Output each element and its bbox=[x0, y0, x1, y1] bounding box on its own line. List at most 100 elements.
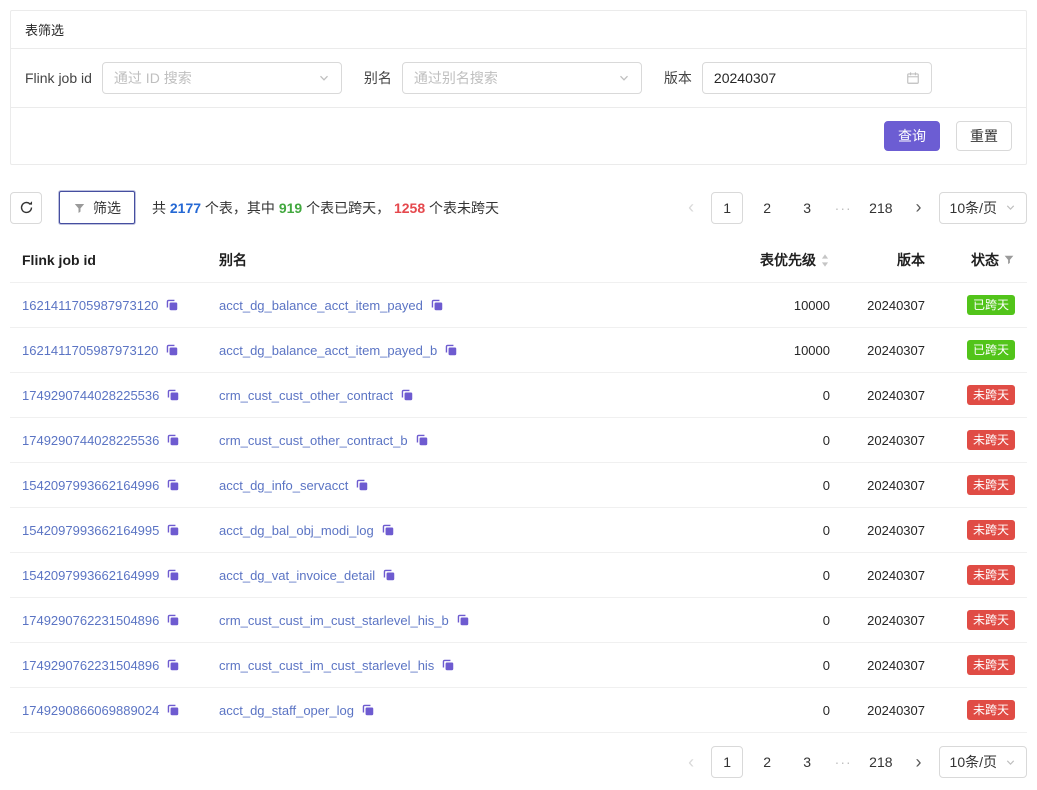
page-jump-ellipsis[interactable]: ··· bbox=[831, 200, 855, 216]
flink-job-id-link[interactable]: 1749290762231504896 bbox=[22, 658, 159, 673]
table-row: 1749290762231504896 crm_cust_cust_im_cus… bbox=[10, 598, 1027, 643]
query-button[interactable]: 查询 bbox=[884, 121, 940, 151]
refresh-icon bbox=[19, 200, 34, 215]
version-date-value: 20240307 bbox=[714, 70, 776, 86]
version-cell: 20240307 bbox=[830, 568, 925, 583]
filter-toggle-label: 筛选 bbox=[93, 198, 121, 218]
version-label: 版本 bbox=[664, 68, 692, 88]
page-button-3[interactable]: 3 bbox=[791, 192, 823, 224]
copy-icon[interactable] bbox=[441, 658, 455, 672]
alias-link[interactable]: crm_cust_cust_other_contract bbox=[219, 388, 393, 403]
table-row: 1542097993662164995 acct_dg_bal_obj_modi… bbox=[10, 508, 1027, 553]
copy-icon[interactable] bbox=[355, 478, 369, 492]
page-button-1[interactable]: 1 bbox=[711, 192, 743, 224]
page-button-1[interactable]: 1 bbox=[711, 746, 743, 778]
column-header-priority[interactable]: 表优先级 bbox=[680, 250, 830, 270]
status-badge: 未跨天 bbox=[967, 430, 1015, 450]
flink-job-id-select[interactable]: 通过 ID 搜索 bbox=[102, 62, 342, 94]
alias-link[interactable]: acct_dg_balance_acct_item_payed bbox=[219, 298, 423, 313]
table-row: 1621411705987973120 acct_dg_balance_acct… bbox=[10, 328, 1027, 373]
pagination-top: ‹ 1 2 3 ··· 218 › 10条/页 bbox=[679, 192, 1027, 224]
version-cell: 20240307 bbox=[830, 433, 925, 448]
copy-icon[interactable] bbox=[166, 388, 180, 402]
copy-icon[interactable] bbox=[166, 433, 180, 447]
chevron-down-icon bbox=[1005, 202, 1016, 213]
copy-icon[interactable] bbox=[430, 298, 444, 312]
prev-page-button[interactable]: ‹ bbox=[679, 192, 703, 224]
page-button-2[interactable]: 2 bbox=[751, 746, 783, 778]
calendar-icon bbox=[906, 71, 920, 85]
version-cell: 20240307 bbox=[830, 703, 925, 718]
prev-page-button[interactable]: ‹ bbox=[679, 746, 703, 778]
table-row: 1749290762231504896 crm_cust_cust_im_cus… bbox=[10, 643, 1027, 688]
alias-select[interactable]: 通过别名搜索 bbox=[402, 62, 642, 94]
alias-link[interactable]: acct_dg_balance_acct_item_payed_b bbox=[219, 343, 437, 358]
alias-link[interactable]: acct_dg_staff_oper_log bbox=[219, 703, 354, 718]
copy-icon[interactable] bbox=[166, 613, 180, 627]
table-row: 1542097993662164996 acct_dg_info_servacc… bbox=[10, 463, 1027, 508]
alias-link[interactable]: acct_dg_bal_obj_modi_log bbox=[219, 523, 374, 538]
copy-icon[interactable] bbox=[166, 478, 180, 492]
flink-job-id-link[interactable]: 1749290762231504896 bbox=[22, 613, 159, 628]
copy-icon[interactable] bbox=[400, 388, 414, 402]
copy-icon[interactable] bbox=[166, 703, 180, 717]
flink-job-id-link[interactable]: 1749290866069889024 bbox=[22, 703, 159, 718]
copy-icon[interactable] bbox=[415, 433, 429, 447]
filter-panel: 表筛选 Flink job id 通过 ID 搜索 别名 通过别名搜索 版本 2… bbox=[10, 10, 1027, 165]
copy-icon[interactable] bbox=[165, 343, 179, 357]
page-size-select[interactable]: 10条/页 bbox=[939, 192, 1027, 224]
column-header-version: 版本 bbox=[830, 250, 925, 270]
summary-total-count: 2177 bbox=[170, 200, 201, 216]
version-cell: 20240307 bbox=[830, 298, 925, 313]
next-page-button[interactable]: › bbox=[907, 746, 931, 778]
page-size-select[interactable]: 10条/页 bbox=[939, 746, 1027, 778]
copy-icon[interactable] bbox=[456, 613, 470, 627]
version-date-input[interactable]: 20240307 bbox=[702, 62, 932, 94]
alias-link[interactable]: crm_cust_cust_other_contract_b bbox=[219, 433, 408, 448]
alias-link[interactable]: crm_cust_cust_im_cust_starlevel_his bbox=[219, 658, 434, 673]
copy-icon[interactable] bbox=[361, 703, 375, 717]
copy-icon[interactable] bbox=[166, 523, 180, 537]
alias-link[interactable]: acct_dg_info_servacct bbox=[219, 478, 348, 493]
flink-job-id-link[interactable]: 1542097993662164996 bbox=[22, 478, 159, 493]
flink-job-id-link[interactable]: 1749290744028225536 bbox=[22, 433, 159, 448]
alias-link[interactable]: crm_cust_cust_im_cust_starlevel_his_b bbox=[219, 613, 449, 628]
version-cell: 20240307 bbox=[830, 343, 925, 358]
priority-cell: 0 bbox=[680, 613, 830, 628]
page-button-3[interactable]: 3 bbox=[791, 746, 823, 778]
sorter-icon[interactable] bbox=[820, 253, 830, 268]
flink-job-id-link[interactable]: 1749290744028225536 bbox=[22, 388, 159, 403]
copy-icon[interactable] bbox=[166, 658, 180, 672]
status-badge: 未跨天 bbox=[967, 475, 1015, 495]
flink-job-id-link[interactable]: 1542097993662164999 bbox=[22, 568, 159, 583]
alias-link[interactable]: acct_dg_vat_invoice_detail bbox=[219, 568, 375, 583]
page-jump-ellipsis[interactable]: ··· bbox=[831, 754, 855, 770]
table-row: 1749290866069889024 acct_dg_staff_oper_l… bbox=[10, 688, 1027, 733]
page-button-last[interactable]: 218 bbox=[863, 746, 898, 778]
alias-placeholder: 通过别名搜索 bbox=[414, 68, 498, 88]
flink-job-id-link[interactable]: 1621411705987973120 bbox=[22, 298, 158, 313]
copy-icon[interactable] bbox=[382, 568, 396, 582]
next-page-button[interactable]: › bbox=[907, 192, 931, 224]
column-filter-icon[interactable] bbox=[1003, 254, 1015, 266]
reset-button[interactable]: 重置 bbox=[956, 121, 1012, 151]
version-cell: 20240307 bbox=[830, 613, 925, 628]
refresh-button[interactable] bbox=[10, 192, 42, 224]
table-row: 1749290744028225536 crm_cust_cust_other_… bbox=[10, 418, 1027, 463]
flink-job-id-link[interactable]: 1542097993662164995 bbox=[22, 523, 159, 538]
copy-icon[interactable] bbox=[165, 298, 179, 312]
copy-icon[interactable] bbox=[166, 568, 180, 582]
table-row: 1542097993662164999 acct_dg_vat_invoice_… bbox=[10, 553, 1027, 598]
priority-cell: 0 bbox=[680, 523, 830, 538]
filter-toggle-button[interactable]: 筛选 bbox=[59, 191, 135, 224]
version-cell: 20240307 bbox=[830, 388, 925, 403]
page-button-last[interactable]: 218 bbox=[863, 192, 898, 224]
pagination-bottom: ‹ 1 2 3 ··· 218 › 10条/页 bbox=[679, 746, 1027, 778]
copy-icon[interactable] bbox=[444, 343, 458, 357]
summary-crossed-count: 919 bbox=[279, 200, 302, 216]
priority-cell: 0 bbox=[680, 703, 830, 718]
copy-icon[interactable] bbox=[381, 523, 395, 537]
flink-job-id-link[interactable]: 1621411705987973120 bbox=[22, 343, 158, 358]
chevron-down-icon bbox=[618, 72, 630, 84]
page-button-2[interactable]: 2 bbox=[751, 192, 783, 224]
